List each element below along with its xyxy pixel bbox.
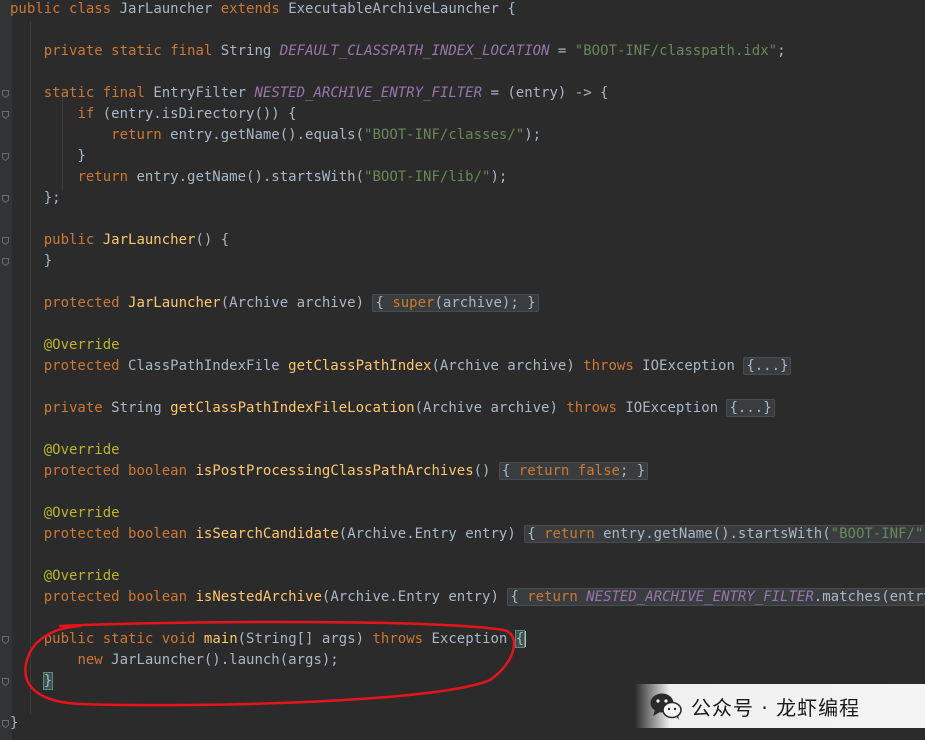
code-line: protected JarLauncher(Archive archive) {… <box>10 293 539 314</box>
code-line: @Override <box>43 567 120 584</box>
code-line: new JarLauncher().launch(args); <box>77 651 339 668</box>
text-caret <box>524 630 527 647</box>
code-line: static final EntryFilter NESTED_ARCHIVE_… <box>43 84 609 101</box>
code-line: }; <box>10 189 61 206</box>
fold-marker-icon[interactable] <box>2 677 9 686</box>
watermark: 公众号 · 龙虾编程 <box>635 684 925 728</box>
code-line: protected ClassPathIndexFile getClassPat… <box>10 356 792 377</box>
code-line: } <box>10 147 86 164</box>
fold-marker-icon[interactable] <box>2 110 9 119</box>
fold-marker-icon[interactable] <box>2 635 9 644</box>
code-line: } <box>10 714 19 731</box>
code-line: @Override <box>43 441 120 458</box>
code-line: private static final String DEFAULT_CLAS… <box>43 42 786 59</box>
fold-marker-icon[interactable] <box>2 89 9 98</box>
code-line: protected boolean isSearchCandidate(Arch… <box>10 524 925 545</box>
watermark-text: 公众号 · 龙虾编程 <box>691 695 861 720</box>
code-line: private String getClassPathIndexFileLoca… <box>10 398 775 419</box>
fold-marker-icon[interactable] <box>2 257 9 266</box>
code-line: public JarLauncher() { <box>43 231 230 248</box>
code-line: public static void main(String[] args) t… <box>43 629 527 648</box>
code-line: return entry.getName().equals("BOOT-INF/… <box>111 126 542 143</box>
code-line: } <box>10 252 53 269</box>
code-line: return entry.getName().startsWith("BOOT-… <box>77 168 508 185</box>
fold-marker-icon[interactable] <box>2 236 9 245</box>
code-line: @Override <box>43 336 120 353</box>
code-line: protected boolean isPostProcessingClassP… <box>10 461 649 482</box>
code-line: } <box>42 671 54 690</box>
fold-marker-icon[interactable] <box>2 719 9 728</box>
fold-marker-icon[interactable] <box>2 152 9 161</box>
wechat-icon <box>650 693 682 720</box>
code-line: if (entry.isDirectory()) { <box>77 105 297 122</box>
code-line: @Override <box>43 504 120 521</box>
code-line: protected boolean isNestedArchive(Archiv… <box>10 587 925 608</box>
fold-marker-icon[interactable] <box>2 194 9 203</box>
code-line: public class JarLauncher extends Executa… <box>10 0 516 17</box>
code-editor[interactable]: public class JarLauncher extends Executa… <box>0 0 925 740</box>
